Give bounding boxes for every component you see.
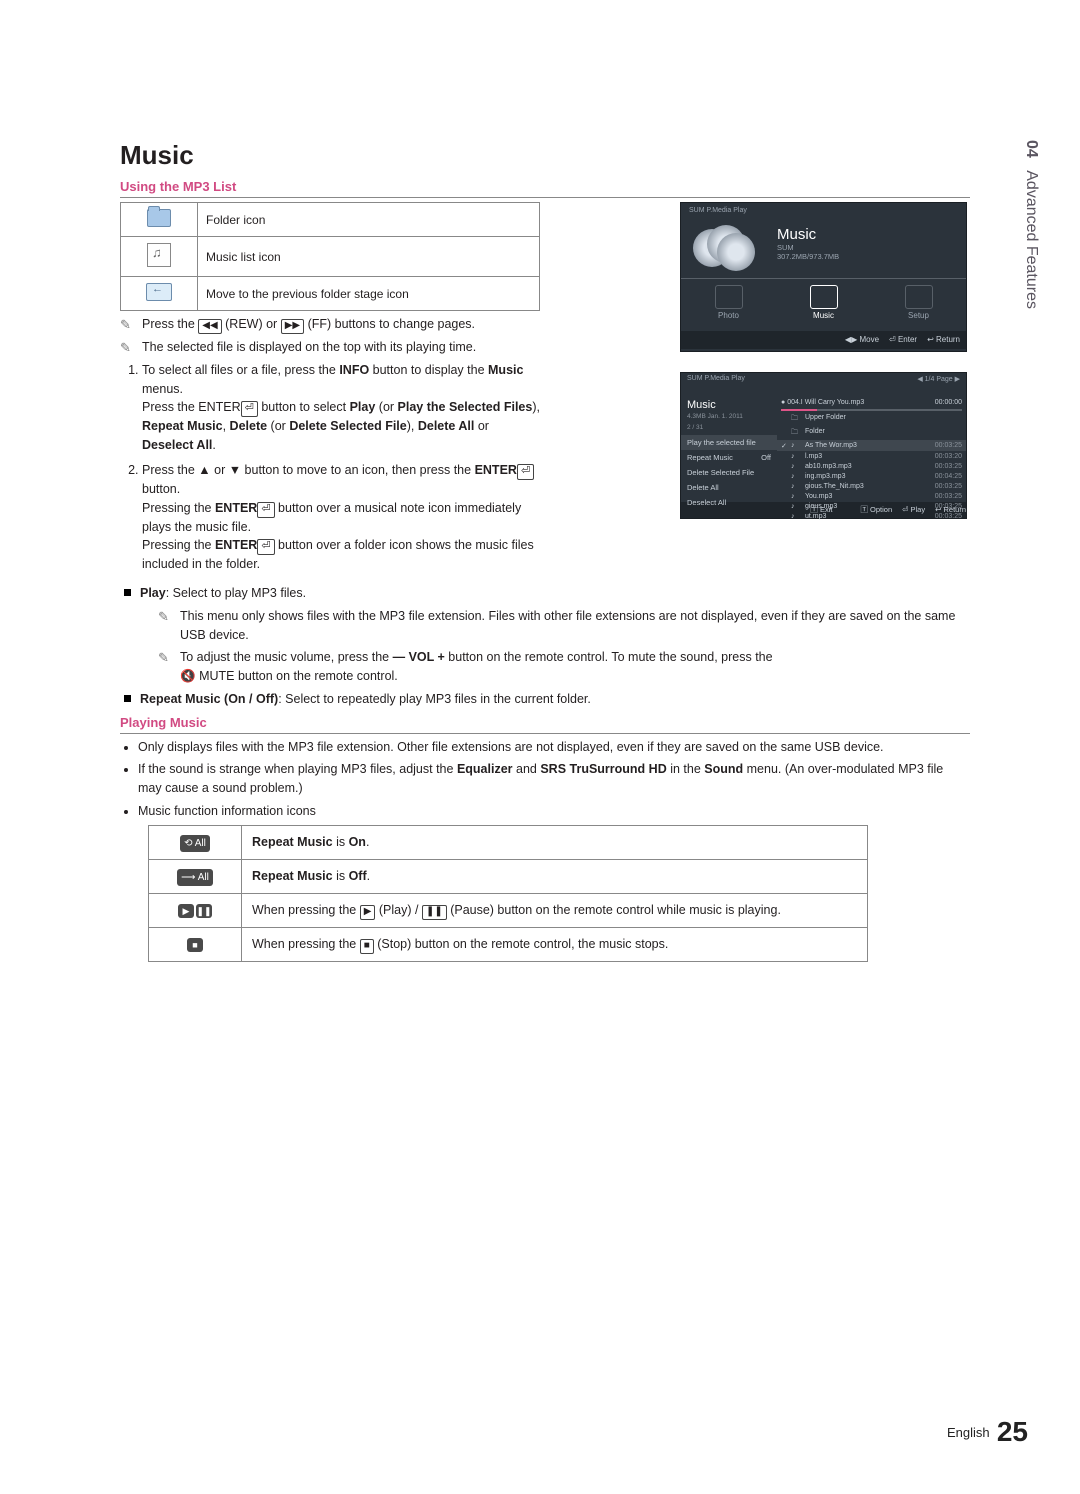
enter-button-glyph: [257, 539, 274, 555]
table-row: Folder icon: [121, 203, 540, 237]
now-playing-bar: ● 004.I Will Carry You.mp3 00:00:00: [777, 397, 966, 408]
table-row: Music list icon: [121, 237, 540, 277]
list-item[interactable]: ♪gious.The_Nit.mp300:03:25: [777, 481, 966, 491]
step-1: To select all files or a file, press the…: [142, 361, 540, 455]
menu-play-selected[interactable]: Play the selected file: [681, 435, 777, 450]
music-note-icon: [147, 243, 171, 267]
list-item[interactable]: ♪ab10.mp3.mp300:03:25: [777, 461, 966, 471]
menu-delete-all[interactable]: Delete All: [681, 480, 777, 495]
enter-button-glyph: [241, 401, 258, 417]
play-button-glyph: ▶: [360, 905, 376, 920]
dot-info-icons: Music function information icons: [138, 802, 970, 821]
section-heading: Music: [120, 140, 970, 171]
breadcrumb: SUM P.Media Play: [689, 207, 958, 214]
table-row: ■ When pressing the ■ (Stop) button on t…: [149, 927, 868, 961]
pause-button-glyph: ❚❚: [422, 905, 447, 920]
list-item[interactable]: 🗀Upper Folder: [777, 412, 966, 426]
step-2: Press the ▲ or ▼ button to move to an ic…: [142, 461, 540, 574]
list-item[interactable]: ♪You.mp300:03:25: [777, 491, 966, 501]
enter-button-glyph: [257, 502, 274, 518]
chapter-number: 04: [1023, 140, 1040, 158]
folder-icon-cell: [121, 203, 198, 237]
play-pause-badges: ▶❚❚: [149, 893, 242, 927]
bullet-repeat: Repeat Music (On / Off): Select to repea…: [120, 690, 970, 709]
menu-repeat[interactable]: Repeat MusicOff: [681, 450, 777, 465]
up-folder-icon: [146, 283, 172, 301]
page-title: Music: [777, 226, 958, 243]
tab-setup[interactable]: Setup: [871, 279, 966, 331]
table-row: ⟶ All Repeat Music is Off.: [149, 859, 868, 893]
device-label: SUM: [777, 243, 958, 252]
music-icon-cell: [121, 237, 198, 277]
rew-button-glyph: ◀◀: [198, 319, 221, 334]
stop-button-glyph: ■: [360, 939, 374, 954]
note-selected-file: The selected file is displayed on the to…: [120, 338, 540, 357]
file-meta: 4.3MB Jan. 1. 2011: [687, 413, 743, 420]
hint-exit: 🅃 Exit: [691, 502, 840, 518]
note-mp3-only: This menu only shows files with the MP3 …: [140, 607, 970, 645]
folder-icon: [147, 209, 171, 227]
storage-usage: 307.2MB/973.7MB: [777, 252, 958, 261]
list-item[interactable]: ♪ing.mp3.mp300:04:25: [777, 471, 966, 481]
subsection-heading: Playing Music: [120, 715, 970, 734]
subsection-heading: Using the MP3 List: [120, 179, 970, 198]
list-item[interactable]: ✓♪As The Wor.mp300:03:25: [777, 440, 966, 451]
list-item[interactable]: 🗀Folder: [777, 426, 966, 440]
list-item[interactable]: ♪l.mp300:03:20: [777, 451, 966, 461]
hint-bar: 🅃 Option⏎ Play↩ Return: [850, 502, 966, 518]
icon-legend-table: Folder icon Music list icon Move to the …: [120, 202, 540, 311]
hint-bar: ◀▶ Move⏎ Enter↩ Return: [681, 331, 966, 349]
icon-label: Folder icon: [198, 203, 540, 237]
menu-delete-selected[interactable]: Delete Selected File: [681, 465, 777, 480]
tab-music[interactable]: Music: [776, 279, 871, 331]
repeat-off-badge: ⟶ All: [149, 859, 242, 893]
page-footer: English 25: [947, 1416, 1028, 1448]
screenshot-music-list: SUM P.Media Play ◀ 1/4 Page ▶ Music 4.3M…: [680, 372, 967, 519]
icon-label: Move to the previous folder stage icon: [198, 277, 540, 311]
panel-title: Music: [681, 399, 777, 413]
bullet-play: Play: Select to play MP3 files. This men…: [120, 584, 970, 686]
dot-equalizer: If the sound is strange when playing MP3…: [138, 760, 970, 798]
tab-photo[interactable]: Photo: [681, 279, 776, 331]
status-icon-table: ⟲ All Repeat Music is On. ⟶ All Repeat M…: [148, 825, 868, 962]
stop-badge: ■: [149, 927, 242, 961]
ff-button-glyph: ▶▶: [281, 319, 304, 334]
enter-button-glyph: [517, 464, 534, 480]
icon-label: Music list icon: [198, 237, 540, 277]
repeat-on-badge: ⟲ All: [149, 825, 242, 859]
album-art-icon: [693, 225, 755, 269]
progress-bar[interactable]: [781, 409, 962, 411]
table-row: ▶❚❚ When pressing the ▶ (Play) / ❚❚ (Pau…: [149, 893, 868, 927]
page-indicator: ◀ 1/4 Page ▶: [917, 375, 960, 395]
dot-mp3-only: Only displays files with the MP3 file ex…: [138, 738, 970, 757]
table-row: Move to the previous folder stage icon: [121, 277, 540, 311]
chapter-title: Advanced Features: [1023, 170, 1040, 309]
table-row: ⟲ All Repeat Music is On.: [149, 825, 868, 859]
chapter-sidebar: 04 Advanced Features: [1022, 140, 1040, 309]
note-volume: To adjust the music volume, press the — …: [140, 648, 970, 686]
breadcrumb: SUM P.Media Play: [687, 375, 745, 395]
file-counter: 2 / 31: [681, 424, 777, 435]
screenshot-media-home: SUM P.Media Play Music SUM 307.2MB/973.7…: [680, 202, 967, 352]
note-rew-ff: Press the ◀◀ (REW) or ▶▶ (FF) buttons to…: [120, 315, 540, 334]
up-folder-icon-cell: [121, 277, 198, 311]
